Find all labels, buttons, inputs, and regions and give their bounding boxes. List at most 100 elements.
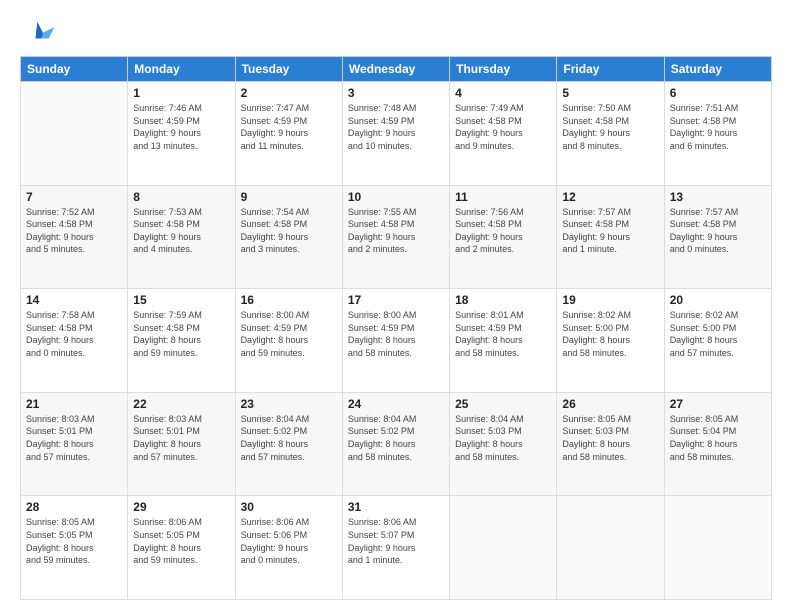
calendar-cell: 6 Sunrise: 7:51 AM Sunset: 4:58 PM Daylig… bbox=[664, 82, 771, 186]
calendar-cell: 27 Sunrise: 8:05 AM Sunset: 5:04 PM Dayli… bbox=[664, 392, 771, 496]
calendar-header-row: SundayMondayTuesdayWednesdayThursdayFrid… bbox=[21, 57, 772, 82]
calendar-cell: 4 Sunrise: 7:49 AM Sunset: 4:58 PM Daylig… bbox=[450, 82, 557, 186]
calendar-cell: 20Sunrise: 8:02 AM Sunset: 5:00 PM Dayli… bbox=[664, 289, 771, 393]
day-number: 5 bbox=[562, 86, 658, 100]
calendar-cell: 5 Sunrise: 7:50 AM Sunset: 4:58 PM Daylig… bbox=[557, 82, 664, 186]
day-info: Sunrise: 7:52 AM Sunset: 4:58 PM Dayligh… bbox=[26, 206, 122, 256]
day-info: Sunrise: 8:02 AM Sunset: 5:00 PM Dayligh… bbox=[670, 309, 766, 359]
day-number: 21 bbox=[26, 397, 122, 411]
day-number: 4 bbox=[455, 86, 551, 100]
calendar-cell: 18 Sunrise: 8:01 AM Sunset: 4:59 PM Dayli… bbox=[450, 289, 557, 393]
calendar-cell: 19 Sunrise: 8:02 AM Sunset: 5:00 PM Dayli… bbox=[557, 289, 664, 393]
day-number: 29 bbox=[133, 500, 229, 514]
day-number: 9 bbox=[241, 190, 337, 204]
day-info: Sunrise: 8:02 AM Sunset: 5:00 PM Dayligh… bbox=[562, 309, 658, 359]
calendar-cell bbox=[664, 496, 771, 600]
calendar-cell: 16 Sunrise: 8:00 AM Sunset: 4:59 PM Dayli… bbox=[235, 289, 342, 393]
day-number: 1 bbox=[133, 86, 229, 100]
day-info: Sunrise: 8:03 AM Sunset: 5:01 PM Dayligh… bbox=[26, 413, 122, 463]
day-number: 15 bbox=[133, 293, 229, 307]
day-info: Sunrise: 7:57 AM Sunset: 4:58 PM Dayligh… bbox=[562, 206, 658, 256]
day-info: Sunrise: 7:59 AM Sunset: 4:58 PM Dayligh… bbox=[133, 309, 229, 359]
day-number: 26 bbox=[562, 397, 658, 411]
day-number: 12 bbox=[562, 190, 658, 204]
calendar-cell: 22Sunrise: 8:03 AM Sunset: 5:01 PM Dayli… bbox=[128, 392, 235, 496]
calendar-cell bbox=[557, 496, 664, 600]
day-info: Sunrise: 8:01 AM Sunset: 4:59 PM Dayligh… bbox=[455, 309, 551, 359]
day-info: Sunrise: 8:05 AM Sunset: 5:05 PM Dayligh… bbox=[26, 516, 122, 566]
calendar-week-5: 28 Sunrise: 8:05 AM Sunset: 5:05 PM Dayli… bbox=[21, 496, 772, 600]
calendar-cell: 10Sunrise: 7:55 AM Sunset: 4:58 PM Dayli… bbox=[342, 185, 449, 289]
calendar-cell: 3 Sunrise: 7:48 AM Sunset: 4:59 PM Daylig… bbox=[342, 82, 449, 186]
calendar-cell: 25 Sunrise: 8:04 AM Sunset: 5:03 PM Dayli… bbox=[450, 392, 557, 496]
day-number: 11 bbox=[455, 190, 551, 204]
day-info: Sunrise: 7:47 AM Sunset: 4:59 PM Dayligh… bbox=[241, 102, 337, 152]
day-info: Sunrise: 7:51 AM Sunset: 4:58 PM Dayligh… bbox=[670, 102, 766, 152]
day-number: 16 bbox=[241, 293, 337, 307]
calendar-cell: 1Sunrise: 7:46 AM Sunset: 4:59 PM Daylig… bbox=[128, 82, 235, 186]
day-number: 17 bbox=[348, 293, 444, 307]
calendar-header-wednesday: Wednesday bbox=[342, 57, 449, 82]
day-info: Sunrise: 8:00 AM Sunset: 4:59 PM Dayligh… bbox=[241, 309, 337, 359]
calendar-cell: 30Sunrise: 8:06 AM Sunset: 5:06 PM Dayli… bbox=[235, 496, 342, 600]
day-info: Sunrise: 8:06 AM Sunset: 5:05 PM Dayligh… bbox=[133, 516, 229, 566]
day-info: Sunrise: 8:05 AM Sunset: 5:03 PM Dayligh… bbox=[562, 413, 658, 463]
day-info: Sunrise: 8:04 AM Sunset: 5:02 PM Dayligh… bbox=[348, 413, 444, 463]
day-number: 7 bbox=[26, 190, 122, 204]
calendar-week-1: 1Sunrise: 7:46 AM Sunset: 4:59 PM Daylig… bbox=[21, 82, 772, 186]
calendar-cell: 7 Sunrise: 7:52 AM Sunset: 4:58 PM Daylig… bbox=[21, 185, 128, 289]
calendar-cell: 28 Sunrise: 8:05 AM Sunset: 5:05 PM Dayli… bbox=[21, 496, 128, 600]
day-info: Sunrise: 7:48 AM Sunset: 4:59 PM Dayligh… bbox=[348, 102, 444, 152]
calendar-cell: 2Sunrise: 7:47 AM Sunset: 4:59 PM Daylig… bbox=[235, 82, 342, 186]
day-info: Sunrise: 7:49 AM Sunset: 4:58 PM Dayligh… bbox=[455, 102, 551, 152]
day-number: 23 bbox=[241, 397, 337, 411]
day-number: 13 bbox=[670, 190, 766, 204]
page: SundayMondayTuesdayWednesdayThursdayFrid… bbox=[0, 0, 792, 612]
calendar-cell: 29 Sunrise: 8:06 AM Sunset: 5:05 PM Dayli… bbox=[128, 496, 235, 600]
day-info: Sunrise: 8:03 AM Sunset: 5:01 PM Dayligh… bbox=[133, 413, 229, 463]
day-number: 19 bbox=[562, 293, 658, 307]
calendar-cell: 17 Sunrise: 8:00 AM Sunset: 4:59 PM Dayli… bbox=[342, 289, 449, 393]
day-number: 18 bbox=[455, 293, 551, 307]
day-info: Sunrise: 8:04 AM Sunset: 5:03 PM Dayligh… bbox=[455, 413, 551, 463]
calendar-cell: 23Sunrise: 8:04 AM Sunset: 5:02 PM Dayli… bbox=[235, 392, 342, 496]
day-info: Sunrise: 7:55 AM Sunset: 4:58 PM Dayligh… bbox=[348, 206, 444, 256]
calendar-cell: 24 Sunrise: 8:04 AM Sunset: 5:02 PM Dayli… bbox=[342, 392, 449, 496]
calendar-cell: 9 Sunrise: 7:54 AM Sunset: 4:58 PM Daylig… bbox=[235, 185, 342, 289]
day-info: Sunrise: 8:06 AM Sunset: 5:06 PM Dayligh… bbox=[241, 516, 337, 566]
calendar-cell bbox=[21, 82, 128, 186]
logo bbox=[20, 18, 56, 46]
day-info: Sunrise: 8:00 AM Sunset: 4:59 PM Dayligh… bbox=[348, 309, 444, 359]
day-info: Sunrise: 7:57 AM Sunset: 4:58 PM Dayligh… bbox=[670, 206, 766, 256]
calendar-cell bbox=[450, 496, 557, 600]
calendar-header-thursday: Thursday bbox=[450, 57, 557, 82]
day-info: Sunrise: 8:05 AM Sunset: 5:04 PM Dayligh… bbox=[670, 413, 766, 463]
logo-icon bbox=[28, 18, 56, 46]
header bbox=[20, 18, 772, 46]
calendar-header-sunday: Sunday bbox=[21, 57, 128, 82]
day-number: 3 bbox=[348, 86, 444, 100]
calendar-table: SundayMondayTuesdayWednesdayThursdayFrid… bbox=[20, 56, 772, 600]
day-number: 24 bbox=[348, 397, 444, 411]
calendar-week-3: 14Sunrise: 7:58 AM Sunset: 4:58 PM Dayli… bbox=[21, 289, 772, 393]
calendar-cell: 21 Sunrise: 8:03 AM Sunset: 5:01 PM Dayli… bbox=[21, 392, 128, 496]
calendar-cell: 13 Sunrise: 7:57 AM Sunset: 4:58 PM Dayli… bbox=[664, 185, 771, 289]
day-number: 6 bbox=[670, 86, 766, 100]
day-number: 28 bbox=[26, 500, 122, 514]
calendar-cell: 8 Sunrise: 7:53 AM Sunset: 4:58 PM Daylig… bbox=[128, 185, 235, 289]
day-info: Sunrise: 8:06 AM Sunset: 5:07 PM Dayligh… bbox=[348, 516, 444, 566]
calendar-cell: 26 Sunrise: 8:05 AM Sunset: 5:03 PM Dayli… bbox=[557, 392, 664, 496]
calendar-cell: 11Sunrise: 7:56 AM Sunset: 4:58 PM Dayli… bbox=[450, 185, 557, 289]
day-number: 14 bbox=[26, 293, 122, 307]
calendar-week-4: 21 Sunrise: 8:03 AM Sunset: 5:01 PM Dayli… bbox=[21, 392, 772, 496]
calendar-header-tuesday: Tuesday bbox=[235, 57, 342, 82]
day-info: Sunrise: 7:50 AM Sunset: 4:58 PM Dayligh… bbox=[562, 102, 658, 152]
day-info: Sunrise: 7:54 AM Sunset: 4:58 PM Dayligh… bbox=[241, 206, 337, 256]
calendar-header-saturday: Saturday bbox=[664, 57, 771, 82]
day-number: 27 bbox=[670, 397, 766, 411]
day-info: Sunrise: 7:53 AM Sunset: 4:58 PM Dayligh… bbox=[133, 206, 229, 256]
day-number: 8 bbox=[133, 190, 229, 204]
day-number: 25 bbox=[455, 397, 551, 411]
calendar-header-friday: Friday bbox=[557, 57, 664, 82]
calendar-week-2: 7 Sunrise: 7:52 AM Sunset: 4:58 PM Daylig… bbox=[21, 185, 772, 289]
